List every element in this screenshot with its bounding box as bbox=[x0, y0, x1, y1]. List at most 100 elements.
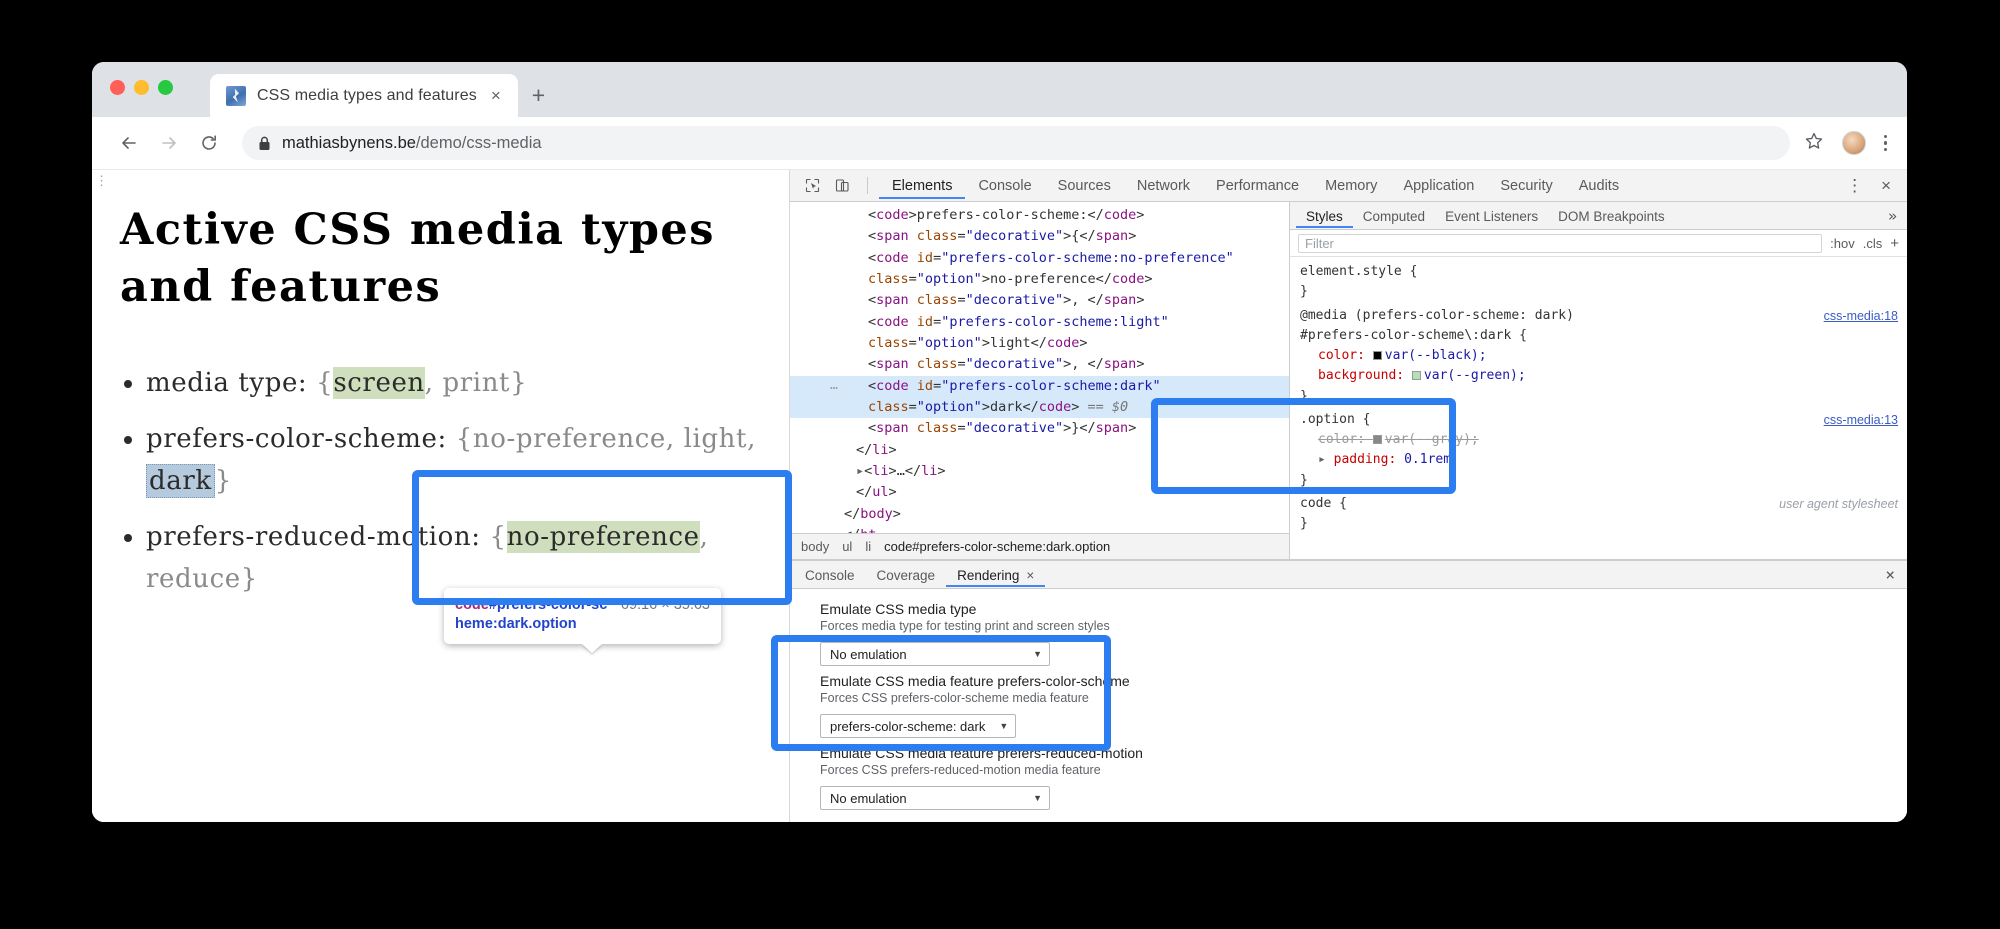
dom-node-line[interactable]: <span class="decorative">{</span> bbox=[790, 226, 1289, 247]
dom-node-line[interactable]: <span class="decorative">, </span> bbox=[790, 354, 1289, 375]
tab-console[interactable]: Console bbox=[965, 172, 1044, 199]
media-feature-value[interactable]: print bbox=[443, 368, 511, 398]
tab-sources[interactable]: Sources bbox=[1045, 172, 1124, 199]
styles-filter-input[interactable]: Filter bbox=[1298, 234, 1822, 253]
styles-tab-styles[interactable]: Styles bbox=[1296, 204, 1353, 228]
drawer-close-button[interactable]: × bbox=[1873, 565, 1907, 584]
drawer-tab-list: ⋮ ConsoleCoverageRendering×× bbox=[790, 561, 1907, 589]
dom-node-line[interactable]: <code>prefers-color-scheme:</code> bbox=[790, 205, 1289, 226]
style-origin-link[interactable]: css-media:13 bbox=[1824, 411, 1898, 431]
dom-node-line[interactable]: <span class="decorative">}</span> bbox=[790, 418, 1289, 439]
devtools-main: <code>prefers-color-scheme:</code> <span … bbox=[790, 202, 1907, 560]
media-feature-value[interactable]: dark bbox=[146, 464, 215, 498]
styles-more-tabs-button[interactable]: » bbox=[1878, 207, 1907, 225]
dom-node-line[interactable]: <code id="prefers-color-scheme:no-prefer… bbox=[790, 248, 1289, 291]
styles-panel: StylesComputedEvent ListenersDOM Breakpo… bbox=[1290, 202, 1907, 559]
browser-tab[interactable]: CSS media types and features × bbox=[210, 74, 518, 117]
dom-node-line[interactable]: </ht bbox=[790, 525, 1289, 533]
breadcrumb-item[interactable]: ul bbox=[842, 539, 852, 554]
css-selector[interactable]: element.style { bbox=[1300, 262, 1899, 282]
styles-rules[interactable]: element.style {}css-media:18@media (pref… bbox=[1290, 257, 1907, 559]
close-icon[interactable]: × bbox=[488, 85, 504, 106]
dom-node-markup: <code id="prefers-color-scheme:dark" cla… bbox=[868, 378, 1169, 415]
media-feature-label: prefers-color-scheme: bbox=[146, 424, 456, 454]
dom-node-line[interactable]: </ul> bbox=[790, 482, 1289, 503]
dom-node-line[interactable]: </li> bbox=[790, 440, 1289, 461]
dom-tree[interactable]: <code>prefers-color-scheme:</code> <span … bbox=[790, 202, 1289, 533]
dom-node-line[interactable]: </body> bbox=[790, 504, 1289, 525]
forward-button[interactable] bbox=[152, 126, 186, 160]
media-feature-value[interactable]: no-preference bbox=[507, 521, 700, 553]
styles-tab-list: StylesComputedEvent ListenersDOM Breakpo… bbox=[1290, 202, 1907, 230]
breadcrumb-item[interactable]: code#prefers-color-scheme:dark.option bbox=[884, 539, 1110, 554]
styles-tab-computed[interactable]: Computed bbox=[1353, 204, 1435, 228]
rendering-select-1[interactable]: No emulation▼ bbox=[820, 642, 1050, 666]
devtools-close-button[interactable]: × bbox=[1873, 176, 1899, 196]
media-feature-value[interactable]: reduce bbox=[146, 564, 241, 594]
dom-node-line[interactable]: ▸<li>…</li> bbox=[790, 461, 1289, 482]
media-feature-value[interactable]: light bbox=[684, 424, 747, 454]
dom-node-line[interactable]: <span class="decorative">, </span> bbox=[790, 290, 1289, 311]
css-declaration[interactable]: color: var(--black); bbox=[1300, 346, 1899, 366]
dom-node-line[interactable]: …<code id="prefers-color-scheme:dark" cl… bbox=[790, 376, 1289, 419]
css-selector[interactable]: #prefers-color-scheme\:dark { bbox=[1300, 326, 1899, 346]
new-tab-button[interactable]: + bbox=[532, 84, 545, 107]
device-toolbar-icon[interactable] bbox=[828, 173, 856, 199]
browser-menu-button[interactable] bbox=[1884, 135, 1888, 152]
bookmark-star-icon[interactable] bbox=[1804, 131, 1824, 156]
drawer-tab-coverage[interactable]: Coverage bbox=[866, 563, 947, 587]
reload-button[interactable] bbox=[192, 126, 226, 160]
tab-memory[interactable]: Memory bbox=[1312, 172, 1390, 199]
avatar[interactable] bbox=[1842, 131, 1866, 155]
rendering-panel: Emulate CSS media typeForces media type … bbox=[790, 589, 1907, 822]
devtools-more-button[interactable]: ⋮ bbox=[1838, 176, 1871, 196]
css-declaration[interactable]: ▸ padding: 0.1rem; bbox=[1300, 450, 1899, 470]
tab-security[interactable]: Security bbox=[1487, 172, 1565, 199]
css-rule[interactable]: css-media:18@media (prefers-color-scheme… bbox=[1290, 305, 1907, 409]
color-swatch-gray[interactable] bbox=[1373, 435, 1382, 444]
css-rule[interactable]: user agent stylesheetcode {} bbox=[1290, 493, 1907, 537]
back-button[interactable] bbox=[112, 126, 146, 160]
css-selector[interactable]: .option { bbox=[1300, 410, 1899, 430]
devtools-tab-list: ElementsConsoleSourcesNetworkPerformance… bbox=[879, 172, 1632, 199]
style-origin-link[interactable]: css-media:18 bbox=[1824, 307, 1898, 327]
devtools-panel: ElementsConsoleSourcesNetworkPerformance… bbox=[790, 170, 1907, 822]
styles-tab-dom-breakpoints[interactable]: DOM Breakpoints bbox=[1548, 204, 1675, 228]
css-declaration[interactable]: color: var(--gray); bbox=[1300, 430, 1899, 450]
media-feature-item: prefers-color-scheme: {no-preference, li… bbox=[146, 418, 763, 502]
tab-audits[interactable]: Audits bbox=[1566, 172, 1632, 199]
tab-performance[interactable]: Performance bbox=[1203, 172, 1312, 199]
tab-elements[interactable]: Elements bbox=[879, 172, 965, 199]
media-feature-value[interactable]: screen bbox=[333, 367, 424, 399]
rendering-select-2[interactable]: prefers-color-scheme: dark▼ bbox=[820, 714, 1016, 738]
close-window-button[interactable] bbox=[110, 80, 125, 95]
breadcrumb-item[interactable]: li bbox=[865, 539, 871, 554]
new-style-rule-button[interactable]: + bbox=[1890, 235, 1899, 252]
css-rule[interactable]: css-media:13.option {color: var(--gray);… bbox=[1290, 409, 1907, 493]
tab-network[interactable]: Network bbox=[1124, 172, 1203, 199]
tab-application[interactable]: Application bbox=[1390, 172, 1487, 199]
drawer-tab-rendering[interactable]: Rendering× bbox=[946, 563, 1045, 587]
minimize-window-button[interactable] bbox=[134, 80, 149, 95]
hov-toggle[interactable]: :hov bbox=[1830, 236, 1855, 251]
media-feature-value[interactable]: no-preference bbox=[473, 424, 666, 454]
styles-tab-event-listeners[interactable]: Event Listeners bbox=[1435, 204, 1548, 228]
brace-open: { bbox=[456, 424, 473, 454]
expand-triangle-icon[interactable]: ▸ bbox=[1318, 452, 1334, 467]
color-swatch-black[interactable] bbox=[1373, 351, 1382, 360]
dom-node-markup: <span class="decorative">{</span> bbox=[868, 228, 1136, 244]
css-rule[interactable]: element.style {} bbox=[1290, 261, 1907, 305]
devtools-drawer: ⋮ ConsoleCoverageRendering×× Emulate CSS… bbox=[790, 560, 1907, 822]
drawer-drag-handle[interactable]: ⋮ bbox=[95, 176, 108, 188]
color-swatch-green[interactable] bbox=[1412, 371, 1421, 380]
address-bar[interactable]: mathiasbynens.be/demo/css-media bbox=[242, 126, 1790, 160]
css-declaration[interactable]: background: var(--green); bbox=[1300, 366, 1899, 386]
close-icon[interactable]: × bbox=[1026, 568, 1034, 583]
breadcrumb-item[interactable]: body bbox=[801, 539, 829, 554]
drawer-tab-console[interactable]: Console bbox=[794, 563, 866, 587]
rendering-select-3[interactable]: No emulation▼ bbox=[820, 786, 1050, 810]
maximize-window-button[interactable] bbox=[158, 80, 173, 95]
inspect-element-icon[interactable] bbox=[798, 173, 826, 199]
cls-toggle[interactable]: .cls bbox=[1863, 236, 1883, 251]
dom-node-line[interactable]: <code id="prefers-color-scheme:light" cl… bbox=[790, 312, 1289, 355]
